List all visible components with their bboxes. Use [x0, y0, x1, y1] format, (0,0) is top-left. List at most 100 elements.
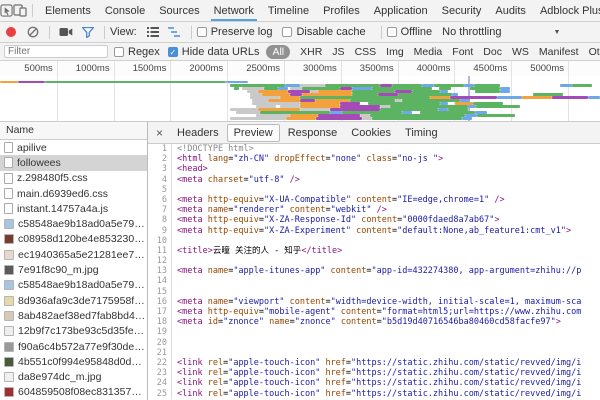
request-row[interactable]: z.298480f5.css: [0, 171, 147, 186]
waterfall-bar: [475, 90, 500, 93]
request-row[interactable]: 7e91f8c90_m.jpg: [0, 262, 147, 277]
code-text: <meta http-equiv="mobile-agent" content=…: [172, 307, 600, 317]
record-button[interactable]: [0, 22, 22, 42]
divider: [104, 26, 105, 39]
tab-profiles[interactable]: Profiles: [316, 0, 367, 21]
device-toolbar-icon[interactable]: [13, 0, 27, 21]
filter-bar: Regex ✓ Hide data URLs All XHR JS CSS Img Med…: [0, 43, 600, 61]
tab-security[interactable]: Security: [435, 0, 489, 21]
code-text: <meta name="apple-itunes-app" content="a…: [172, 266, 600, 276]
screenshot-camera-icon[interactable]: [55, 22, 77, 42]
filter-type-font[interactable]: Font: [452, 46, 473, 58]
request-name: 7e91f8c90_m.jpg: [18, 264, 99, 276]
waterfall-view-icon[interactable]: [164, 22, 186, 42]
filter-type-doc[interactable]: Doc: [483, 46, 502, 58]
offline-checkbox[interactable]: Offline: [387, 26, 433, 38]
checkbox-box[interactable]: ✓: [168, 47, 178, 57]
code-line: 7<meta name="renderer" content="webkit" …: [148, 205, 600, 215]
filter-type-manifest[interactable]: Manifest: [539, 46, 579, 58]
request-row[interactable]: 8d936afa9c3de7175958fae5...: [0, 293, 147, 308]
chevron-down-icon[interactable]: ▼: [553, 29, 560, 36]
tab-sources[interactable]: Sources: [152, 0, 206, 21]
request-name: c58548ae9b18ad0a5e79fe4e...: [18, 218, 147, 230]
inspect-element-icon[interactable]: [0, 0, 13, 21]
checkbox-box[interactable]: [387, 27, 397, 37]
checkbox-box[interactable]: [114, 47, 124, 57]
tab-timeline[interactable]: Timeline: [261, 0, 316, 21]
details-tab-preview[interactable]: Preview: [227, 124, 280, 142]
request-row[interactable]: 12b9f7c173be93c5d35fea2d...: [0, 324, 147, 339]
request-name: 8ab482aef38ed7fab8bd4314...: [18, 310, 147, 322]
code-line: 2<html lang="zh-CN" dropEffect="none" cl…: [148, 154, 600, 164]
line-number: 18: [148, 317, 172, 327]
tab-console[interactable]: Console: [98, 0, 152, 21]
throttling-select[interactable]: No throttling: [442, 26, 501, 38]
name-column-header[interactable]: Name: [0, 122, 147, 140]
checkbox-box[interactable]: [282, 27, 292, 37]
waterfall-bar: [476, 105, 520, 108]
details-tab-bar: × HeadersPreviewResponseCookiesTiming: [148, 122, 600, 144]
request-row[interactable]: f90a6c4b572a77e9f30de153...: [0, 339, 147, 354]
request-list: apilivefolloweesz.298480f5.css main.d6939…: [0, 140, 147, 400]
details-tab-headers[interactable]: Headers: [171, 125, 225, 141]
filter-funnel-icon[interactable]: [77, 22, 99, 42]
waterfall-bar: [234, 87, 239, 90]
preserve-log-checkbox[interactable]: Preserve log: [197, 26, 273, 38]
details-tab-timing[interactable]: Timing: [399, 125, 444, 141]
code-line: 10: [148, 236, 600, 246]
disable-cache-checkbox[interactable]: Disable cache: [282, 26, 365, 38]
request-row[interactable]: instant.14757a4a.js: [0, 201, 147, 216]
ruler-label: 500ms: [1, 63, 53, 74]
disable-cache-label: Disable cache: [296, 26, 365, 38]
filter-type-css[interactable]: CSS: [355, 46, 377, 58]
ruler-label: 3000ms: [285, 63, 337, 74]
code-line: 13<meta name="apple-itunes-app" content=…: [148, 266, 600, 276]
network-main-area: Name apilivefolloweesz.298480f5.css main.…: [0, 122, 600, 400]
request-name: main.d6939ed6.css: [17, 188, 108, 200]
clear-button[interactable]: [22, 22, 44, 42]
filter-type-ws[interactable]: WS: [512, 46, 529, 58]
waterfall-bar: [468, 105, 476, 108]
code-line: 3<head>: [148, 164, 600, 174]
filter-type-all[interactable]: All: [266, 45, 290, 59]
tab-adblock-plus[interactable]: Adblock Plus: [533, 0, 600, 21]
request-row[interactable]: apilive: [0, 140, 147, 155]
request-row[interactable]: followees: [0, 155, 147, 170]
checkbox-box[interactable]: [197, 27, 207, 37]
hide-data-urls-checkbox[interactable]: ✓ Hide data URLs: [168, 46, 260, 58]
waterfall-bar: [552, 96, 588, 99]
network-overview-waterfall[interactable]: [0, 76, 600, 122]
regex-checkbox[interactable]: Regex: [114, 46, 160, 58]
request-name: c08958d120be4e853230649...: [18, 233, 147, 245]
divider: [191, 26, 192, 39]
filter-type-js[interactable]: JS: [332, 46, 344, 58]
filter-type-other[interactable]: Other: [589, 46, 600, 58]
request-row[interactable]: da8e974dc_m.jpg: [0, 369, 147, 384]
filter-input[interactable]: [4, 45, 108, 58]
code-line: 5: [148, 185, 600, 195]
request-row[interactable]: c58548ae9b18ad0a5e79fe4e...: [0, 216, 147, 231]
tab-network[interactable]: Network: [207, 0, 261, 21]
request-row[interactable]: ec1940365a5e21281ee71856...: [0, 247, 147, 262]
request-row[interactable]: c58548ae9b18ad0a5e79fe4e...: [0, 278, 147, 293]
request-row[interactable]: c08958d120be4e853230649...: [0, 232, 147, 247]
line-number: 3: [148, 164, 172, 174]
filter-type-xhr[interactable]: XHR: [300, 46, 322, 58]
request-row[interactable]: main.d6939ed6.css: [0, 186, 147, 201]
filter-type-img[interactable]: Img: [386, 46, 404, 58]
details-tab-cookies[interactable]: Cookies: [345, 125, 397, 141]
code-line: 8<meta http-equiv="X-ZA-Response-Id" con…: [148, 215, 600, 225]
tab-audits[interactable]: Audits: [488, 0, 533, 21]
filter-type-media[interactable]: Media: [414, 46, 443, 58]
tab-elements[interactable]: Elements: [38, 0, 98, 21]
list-view-icon[interactable]: [142, 22, 164, 42]
details-tab-response[interactable]: Response: [282, 125, 344, 141]
request-row[interactable]: 4b551c0f994e95848d0dda09...: [0, 354, 147, 369]
details-tabs: HeadersPreviewResponseCookiesTiming: [171, 124, 446, 142]
waterfall-bar: [477, 114, 515, 117]
close-icon[interactable]: ×: [156, 126, 163, 140]
tab-application[interactable]: Application: [367, 0, 435, 21]
request-name: da8e974dc_m.jpg: [18, 371, 101, 383]
request-row[interactable]: 604859508f08ec8313573f0e7...: [0, 385, 147, 400]
request-row[interactable]: 8ab482aef38ed7fab8bd4314...: [0, 308, 147, 323]
